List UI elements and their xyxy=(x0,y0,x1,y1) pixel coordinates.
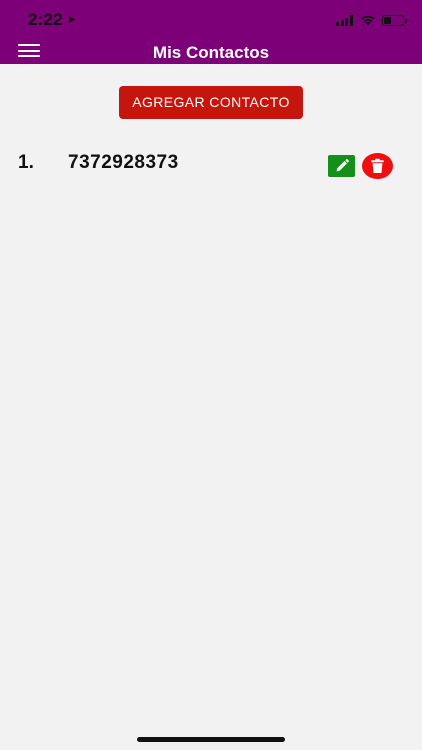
battery-level xyxy=(384,16,391,24)
contact-index: 1. xyxy=(18,152,34,173)
battery-icon xyxy=(382,14,407,26)
app-header: 2:22 ➤ Mis Contactos xyxy=(0,0,422,64)
location-arrow-icon: ➤ xyxy=(66,14,77,26)
add-contact-button[interactable]: AGREGAR CONTACTO xyxy=(119,86,303,119)
page-title: Mis Contactos xyxy=(152,43,270,62)
home-indicator xyxy=(137,737,285,742)
pencil-icon xyxy=(336,159,349,172)
status-time: 2:22 ➤ xyxy=(28,10,76,30)
trash-icon xyxy=(371,158,384,173)
status-time-text: 2:22 xyxy=(28,10,63,29)
contact-phone: 7372928373 xyxy=(68,152,179,173)
contact-row: 1. 7372928373 xyxy=(0,146,422,186)
delete-contact-button[interactable] xyxy=(362,153,393,179)
status-indicators xyxy=(336,14,407,26)
edit-contact-button[interactable] xyxy=(328,155,355,177)
wifi-icon xyxy=(361,15,375,26)
cellular-signal-icon xyxy=(336,14,354,26)
